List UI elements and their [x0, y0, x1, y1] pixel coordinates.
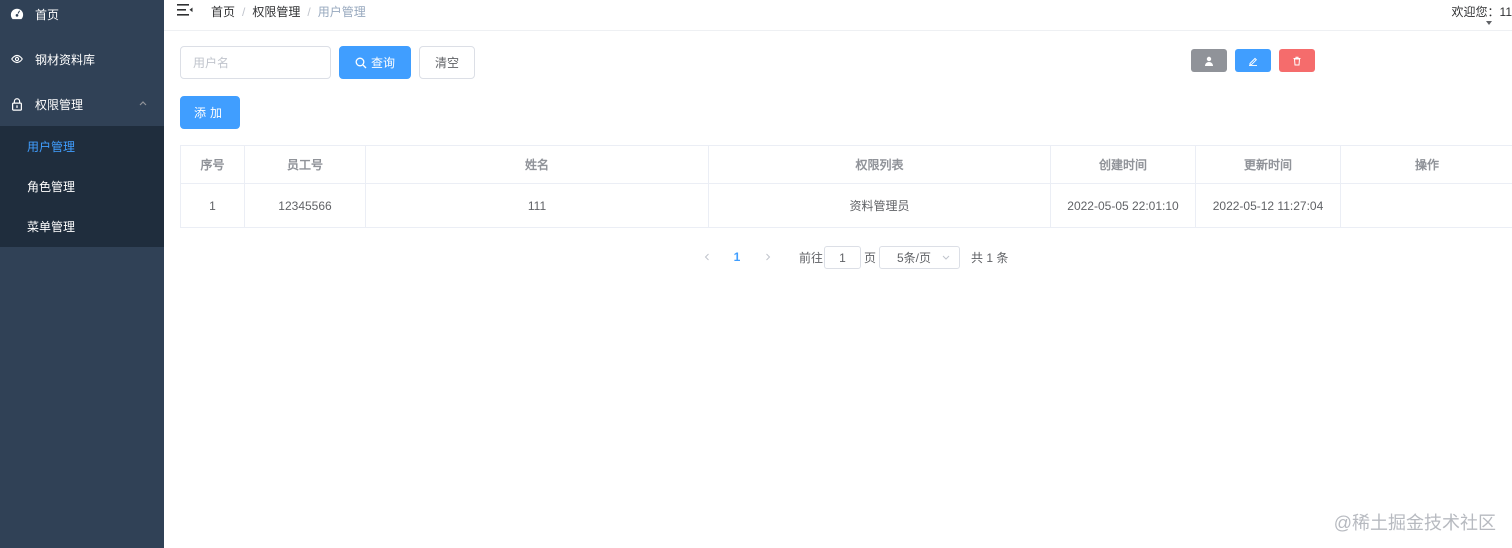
column-header-actions: 操作 [1341, 146, 1512, 184]
edit-icon [1249, 57, 1258, 66]
user-dropdown[interactable]: 欢迎您：11 [1452, 3, 1512, 20]
page-size-select[interactable]: 5条/页 [879, 246, 960, 269]
column-header-permissions: 权限列表 [709, 146, 1051, 184]
chevron-right-icon [766, 253, 771, 261]
sidebar-item-steel-library[interactable]: 钢材资料库 [0, 37, 164, 81]
sidebar-item-permissions[interactable]: 权限管理 [0, 82, 164, 126]
chevron-left-icon [704, 253, 709, 261]
pagination-page-label: 页 [864, 250, 877, 265]
breadcrumb: 首页 / 权限管理 / 用户管理 [211, 3, 366, 20]
delete-button[interactable] [1279, 49, 1315, 72]
cell-actions [1341, 184, 1512, 227]
sidebar-item-label: 权限管理 [35, 97, 84, 112]
chevron-down-icon [942, 255, 950, 260]
pagination-total: 共 1 条 [971, 250, 1009, 265]
cell-name: 111 [366, 184, 709, 227]
page-size-value: 5条/页 [897, 251, 932, 265]
search-button[interactable]: 查询 [339, 46, 411, 79]
user-icon [1205, 56, 1213, 66]
column-header-updated: 更新时间 [1196, 146, 1341, 184]
pagination-next[interactable] [761, 246, 775, 268]
add-user-button[interactable]: 添加 [180, 96, 240, 129]
breadcrumb-item-home[interactable]: 首页 [211, 3, 235, 20]
column-header-name: 姓名 [366, 146, 709, 184]
breadcrumb-separator: / [307, 4, 311, 19]
delete-icon [1293, 56, 1301, 65]
clear-button[interactable]: 清空 [419, 46, 475, 79]
permissions-submenu: 用户管理 角色管理 菜单管理 [0, 126, 164, 247]
sidebar-item-label: 首页 [35, 7, 60, 22]
sidebar-item-roles[interactable]: 角色管理 [0, 166, 164, 206]
cell-permissions: 资料管理员 [709, 184, 1051, 227]
cell-employee-id: 12345566 [245, 184, 366, 227]
watermark: @稀土掘金技术社区 [1333, 513, 1496, 533]
eye-icon [10, 52, 24, 66]
search-icon [355, 57, 367, 68]
sidebar-item-menus[interactable]: 菜单管理 [0, 206, 164, 246]
cell-updated: 2022-05-12 11:27:04 [1196, 184, 1341, 227]
caret-down-icon[interactable] [1486, 21, 1492, 25]
dashboard-icon [10, 7, 24, 21]
users-table: 序号 员工号 姓名 权限列表 创建时间 更新时间 操作 1 12345566 1… [180, 145, 1512, 228]
cell-created: 2022-05-05 22:01:10 [1051, 184, 1196, 227]
column-header-employee-id: 员工号 [245, 146, 366, 184]
column-header-created: 创建时间 [1051, 146, 1196, 184]
breadcrumb-item-current: 用户管理 [317, 5, 366, 19]
breadcrumb-item-permissions[interactable]: 权限管理 [252, 3, 300, 20]
pagination-goto-label: 前往 [799, 250, 824, 265]
pagination-page-1[interactable]: 1 [729, 246, 745, 268]
hamburger-icon[interactable] [177, 3, 193, 17]
pagination-prev[interactable] [700, 246, 714, 268]
sidebar-item-users[interactable]: 用户管理 [0, 126, 164, 166]
lock-icon [10, 97, 24, 111]
cell-index: 1 [181, 184, 245, 227]
top-navbar: 首页 / 权限管理 / 用户管理 欢迎您：11 [164, 0, 1512, 31]
sidebar-item-label: 钢材资料库 [35, 52, 96, 67]
assign-role-button[interactable] [1191, 49, 1227, 72]
sidebar: 首页 钢材资料库 权限管理 用户管理 角色管理 菜单管理 [0, 0, 164, 548]
edit-button[interactable] [1235, 49, 1271, 72]
chevron-up-icon [139, 101, 147, 106]
pagination-goto-input[interactable] [824, 246, 861, 269]
search-button-label: 查询 [370, 56, 395, 70]
column-header-index: 序号 [181, 146, 245, 184]
sidebar-item-home[interactable]: 首页 [0, 0, 164, 36]
username-search-input[interactable] [180, 46, 331, 79]
breadcrumb-separator: / [242, 4, 246, 19]
